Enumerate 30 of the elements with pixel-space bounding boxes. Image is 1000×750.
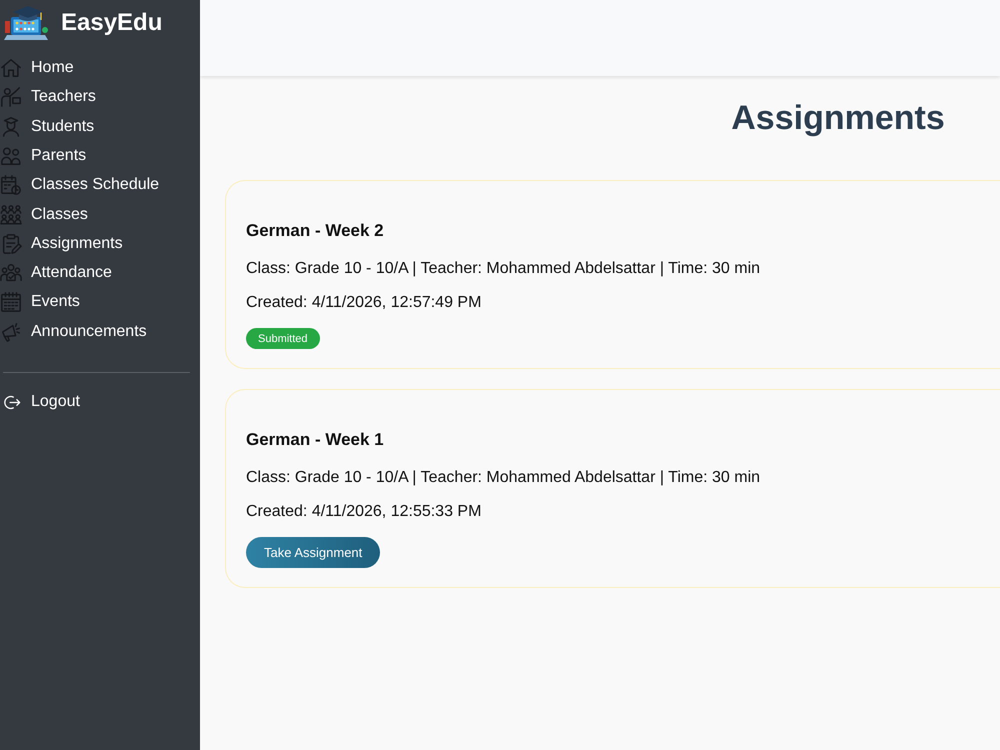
sidebar-nav-link[interactable]: Events: [0, 288, 200, 318]
sidebar-nav-link[interactable]: Assignments: [0, 229, 200, 258]
logout-link[interactable]: Logout: [0, 387, 200, 417]
clipboard-pencil-icon: [0, 232, 22, 255]
sidebar-nav-link[interactable]: Attendance: [0, 258, 200, 288]
submitted-status-badge: Submitted: [246, 328, 320, 349]
calendar-icon: [0, 291, 22, 314]
brand-name: EasyEdu: [61, 9, 162, 37]
sidebar-nav-link[interactable]: Classes Schedule: [0, 170, 200, 200]
sidebar-nav-link[interactable]: Announcements: [0, 317, 200, 346]
student-icon: [0, 116, 22, 138]
sidebar-nav-link[interactable]: Parents: [0, 141, 200, 171]
take-assignment-button[interactable]: Take Assignment: [246, 537, 380, 568]
laptop-graduation-cap-logo: [1, 4, 51, 42]
calendar-clock-icon: [0, 174, 22, 196]
assignment-details: Class: Grade 10 - 10/A | Teacher: Mohammed Abdelsattar | Time: 30 min: [246, 469, 762, 487]
assignment-title: German - Week 1: [246, 430, 385, 450]
assignment-details: Class: Grade 10 - 10/A | Teacher: Mohammed Abdelsattar | Time: 30 min: [246, 260, 762, 278]
created-date: Created: 4/11/2026, 12:55:33 PM: [246, 503, 482, 521]
people-icon: [0, 144, 22, 167]
assignment-title: German - Week 2: [246, 221, 385, 241]
teacher-icon: [0, 86, 22, 108]
sidebar-nav-link[interactable]: Students: [0, 112, 200, 142]
created-date: Created: 4/11/2026, 12:57:49 PM: [246, 294, 482, 312]
sidebar-nav-link[interactable]: Home: [0, 53, 200, 83]
home-icon: [0, 57, 22, 80]
megaphone-icon: [0, 320, 22, 343]
people-grid-icon: [0, 204, 22, 226]
sidebar-nav-link[interactable]: Classes: [0, 200, 200, 230]
sidebar-nav-link[interactable]: Teachers: [0, 82, 200, 112]
